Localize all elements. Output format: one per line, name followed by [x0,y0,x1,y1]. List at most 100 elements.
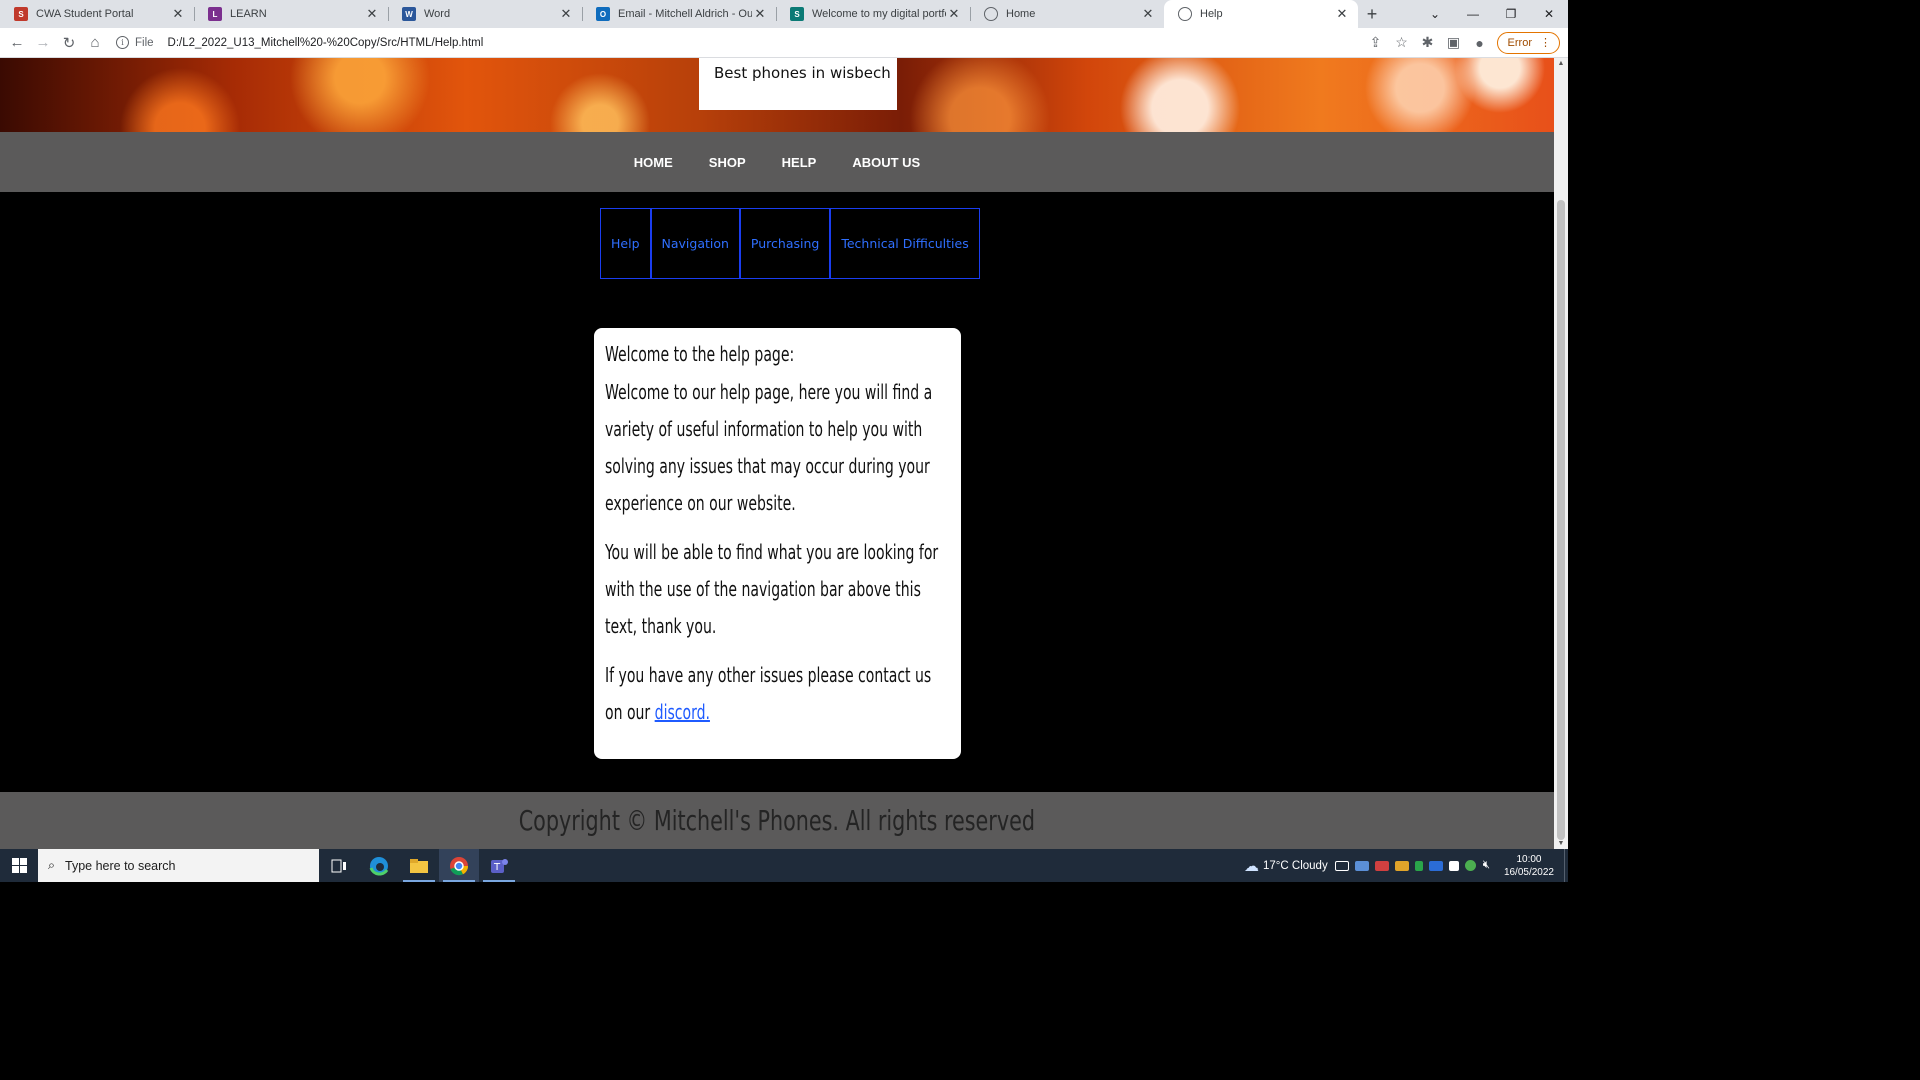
home-icon[interactable]: ⌂ [82,30,108,56]
new-tab-button[interactable]: + [1358,0,1386,28]
url-scheme: File [135,36,154,49]
sway-icon: S [790,7,804,21]
cwa-portal-icon: S [14,7,28,21]
edge-icon[interactable] [359,849,399,882]
url-text[interactable]: D:/L2_2022_U13_Mitchell%20-%20Copy/Src/H… [168,37,484,49]
start-button[interactable] [0,849,38,882]
file-explorer-icon[interactable] [399,849,439,882]
teams-tray-icon[interactable] [1354,860,1369,871]
tab-portfolio[interactable]: S Welcome to my digital portfolio ✕ [776,0,970,28]
discord-link[interactable]: discord. [655,700,710,724]
close-icon[interactable]: ✕ [1140,6,1156,22]
tab-strip: S CWA Student Portal ✕ L LEARN ✕ W Word … [0,0,1568,28]
scrollbar-thumb[interactable] [1557,200,1565,840]
reload-icon[interactable]: ↻ [56,30,82,56]
taskbar-search[interactable]: ⌕ Type here to search [38,849,319,882]
restore-icon[interactable]: ❐ [1492,0,1530,28]
tab-outlook[interactable]: O Email - Mitchell Aldrich - Outloo ✕ [582,0,776,28]
close-icon[interactable]: ✕ [752,6,768,22]
tab-word[interactable]: W Word ✕ [388,0,582,28]
extensions-puzzle-icon[interactable]: ✱ [1415,34,1441,51]
show-desktop-button[interactable] [1564,849,1568,882]
nav-shop-link[interactable]: SHOP [691,155,764,170]
help-paragraph-navigation: You will be able to find what you are lo… [605,540,939,638]
tab-title: CWA Student Portal [36,8,134,20]
minimize-icon[interactable]: — [1454,0,1492,28]
green-flag-icon[interactable] [1414,860,1423,871]
subnav-technical-link[interactable]: Technical Difficulties [830,208,980,279]
forward-arrow-icon[interactable]: → [30,30,56,56]
page-viewport: Best phones in wisbech HOME SHOP HELP AB… [0,58,1554,849]
clock-time: 10:00 [1516,853,1542,865]
nav-home-link[interactable]: HOME [616,155,691,170]
learn-icon: L [208,7,222,21]
windows-taskbar: ⌕ Type here to search T ☁ 17°C Cloudy 🔇︎… [0,849,1568,882]
tab-cwa-student-portal[interactable]: S CWA Student Portal ✕ [0,0,194,28]
word-icon: W [402,7,416,21]
help-paragraph-contact: If you have any other issues please cont… [605,657,951,731]
hero-label: Best phones in wisbech [699,58,897,110]
side-panel-icon[interactable]: ▣ [1441,34,1467,51]
monitor-tray-icon[interactable] [1428,860,1443,871]
page-scrollbar[interactable]: ▲ ▼ [1554,58,1568,849]
system-tray: ☁ 17°C Cloudy 🔇︎ 10:00 16/05/2022 [1244,849,1568,882]
globe-icon [1178,7,1192,21]
tab-title: Word [424,8,451,20]
tab-title: LEARN [230,8,267,20]
copyright-text: Copyright © Mitchell's Phones. All right… [518,804,1036,837]
tab-search-icon[interactable]: ⌄ [1416,0,1454,28]
globe-icon [984,7,998,21]
subnav-purchasing-link[interactable]: Purchasing [739,208,831,279]
teams-icon[interactable]: T [479,849,519,882]
share-icon[interactable]: ⇪ [1363,34,1389,51]
kebab-menu-icon[interactable]: ⋮ [1540,36,1551,49]
svg-text:T: T [493,862,501,873]
address-bar[interactable]: i File D:/L2_2022_U13_Mitchell%20-%20Cop… [116,31,1363,55]
speaker-muted-icon[interactable]: 🔇︎ [1483,859,1490,872]
cloud-weather-icon[interactable]: ☁ [1244,857,1259,875]
clock[interactable]: 10:00 16/05/2022 [1494,853,1564,879]
close-icon[interactable]: ✕ [1334,6,1350,22]
back-arrow-icon[interactable]: ← [4,30,30,56]
tab-title: Help [1200,8,1223,20]
tab-home[interactable]: Home ✕ [970,0,1164,28]
close-icon[interactable]: ✕ [170,6,186,22]
profile-error-button[interactable]: Error ⋮ [1496,31,1560,54]
tab-title: Email - Mitchell Aldrich - Outloo [618,8,752,20]
scroll-up-icon[interactable]: ▲ [1554,60,1568,67]
chrome-icon[interactable] [439,849,479,882]
info-icon[interactable]: i [116,36,129,49]
tab-help[interactable]: Help ✕ [1164,0,1358,28]
weather-text[interactable]: 17°C Cloudy [1263,860,1328,872]
tab-title: Home [1006,8,1036,20]
close-icon[interactable]: ✕ [946,6,962,22]
subnav-navigation-link[interactable]: Navigation [650,208,740,279]
battery-icon[interactable] [1334,860,1349,871]
help-sub-nav: Help Navigation Purchasing Technical Dif… [600,208,980,279]
subnav-help-link[interactable]: Help [600,208,651,279]
browser-toolbar: ← → ↻ ⌂ i File D:/L2_2022_U13_Mitchell%2… [0,28,1568,58]
help-heading: Welcome to the help page: [605,342,795,366]
profile-status-label: Error [1507,36,1532,49]
app-tray-icon[interactable] [1374,860,1389,871]
taskbar-search-placeholder: Type here to search [65,858,176,873]
onedrive-tray-icon[interactable] [1394,860,1409,871]
close-icon[interactable]: ✕ [364,6,380,22]
clock-date: 16/05/2022 [1503,866,1554,878]
task-view-icon[interactable] [319,849,359,882]
search-icon: ⌕ [48,858,56,872]
bookmark-star-icon[interactable]: ☆ [1389,34,1415,51]
help-card: Welcome to the help page: Welcome to our… [594,328,961,759]
main-nav: HOME SHOP HELP ABOUT US [0,132,1554,192]
shield-tray-icon[interactable] [1448,860,1459,871]
close-icon[interactable]: ✕ [558,6,574,22]
sync-tray-icon[interactable] [1464,860,1476,871]
nav-help-link[interactable]: HELP [764,155,835,170]
scroll-down-icon[interactable]: ▼ [1554,840,1568,847]
close-window-icon[interactable]: ✕ [1530,0,1568,28]
windows-logo-icon [11,858,27,873]
profile-avatar-icon[interactable]: ● [1467,35,1493,51]
help-paragraph-intro: Welcome to our help page, here you will … [605,380,933,515]
nav-about-link[interactable]: ABOUT US [834,155,938,170]
tab-learn[interactable]: L LEARN ✕ [194,0,388,28]
